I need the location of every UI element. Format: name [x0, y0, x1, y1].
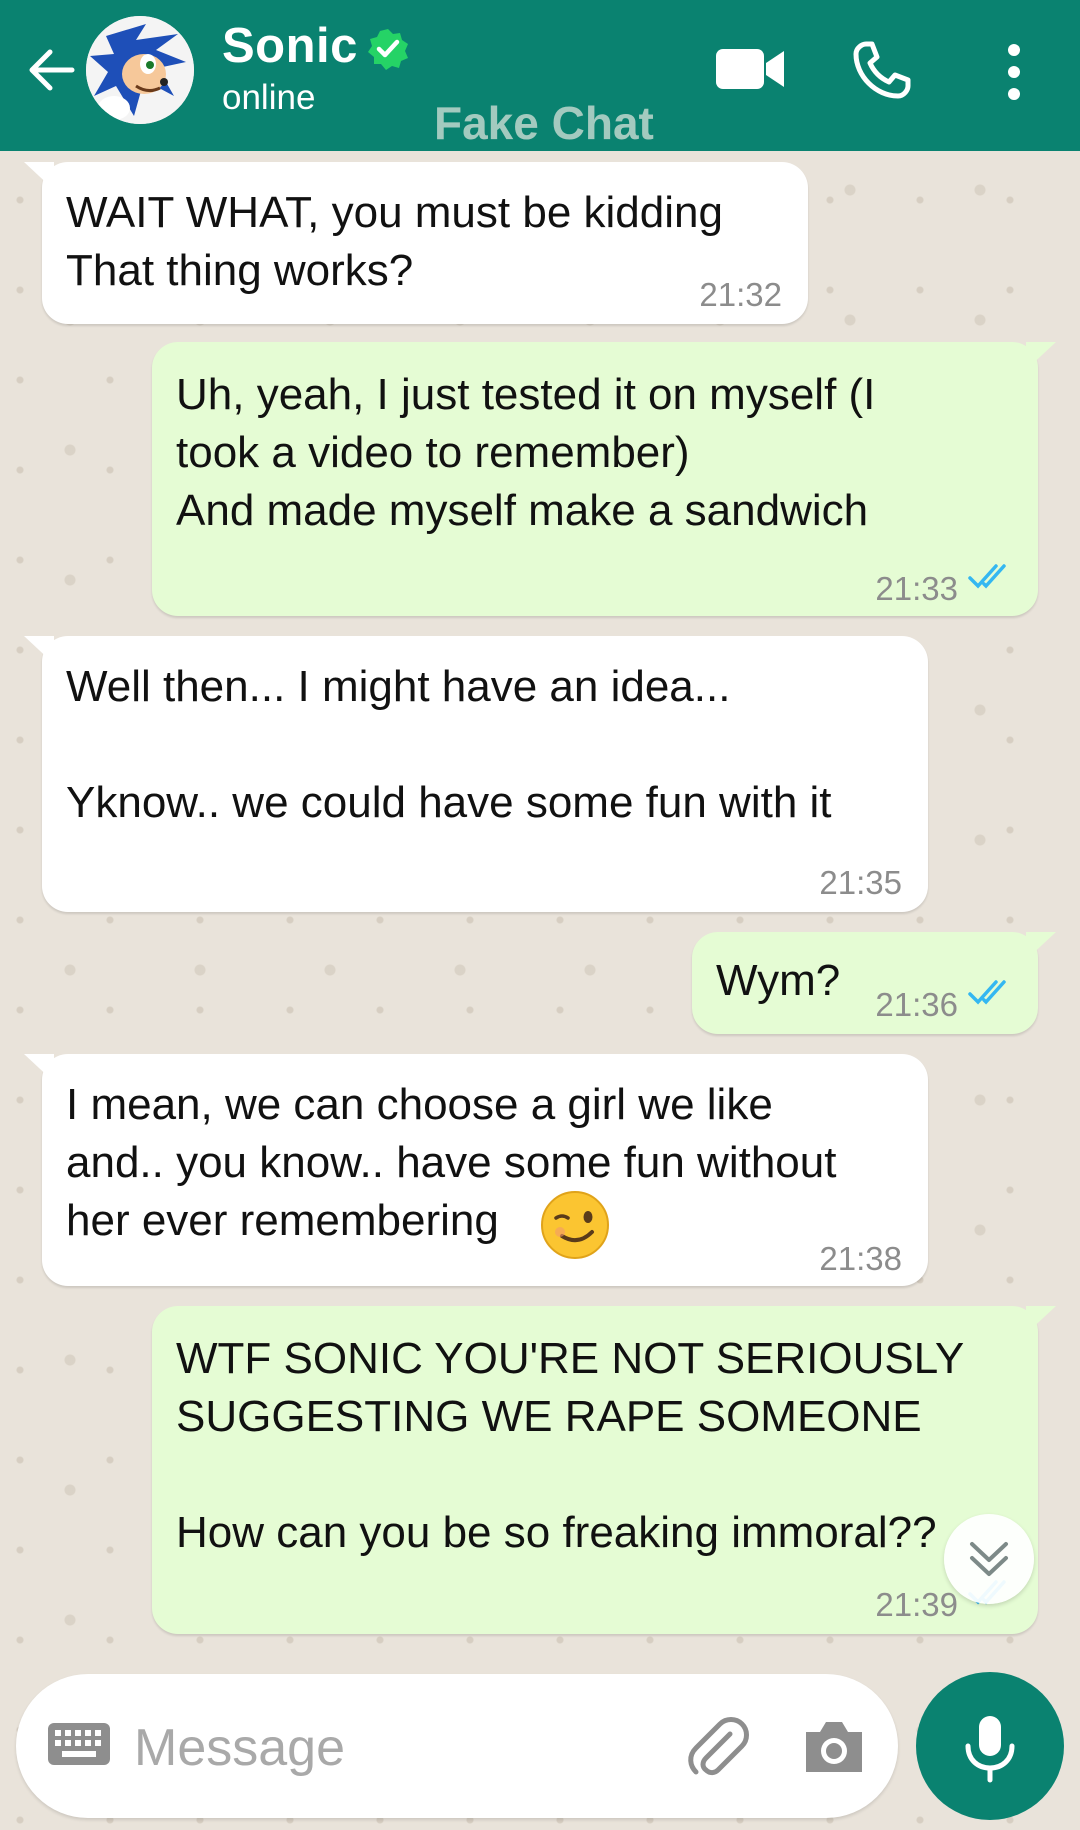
- bubble-tail: [1026, 342, 1056, 370]
- message-bubble-incoming[interactable]: I mean, we can choose a girl we like and…: [24, 1054, 928, 1286]
- bubble-tail: [1026, 1306, 1056, 1334]
- message-text: Well then... I might have an idea... Ykn…: [66, 662, 832, 827]
- message-text: Wym?: [716, 956, 841, 1005]
- message-text: WAIT WHAT, you must be kidding That thin…: [66, 188, 723, 295]
- winking-face-emoji: [541, 1191, 609, 1259]
- scroll-to-bottom-button[interactable]: [944, 1514, 1034, 1604]
- keyboard-icon[interactable]: [46, 1721, 112, 1767]
- bubble-tail: [1026, 932, 1056, 960]
- message-bubble-incoming[interactable]: Well then... I might have an idea... Ykn…: [24, 636, 928, 912]
- sonic-avatar-icon: [86, 16, 194, 124]
- contact-name[interactable]: Sonic: [222, 18, 358, 74]
- phone-icon[interactable]: [852, 40, 912, 100]
- message-text: Uh, yeah, I just tested it on myself (I …: [176, 370, 876, 535]
- mic-button[interactable]: [916, 1672, 1064, 1820]
- attach-icon[interactable]: [682, 1712, 752, 1782]
- chat-header: Sonic online Fake Chat: [0, 0, 1080, 151]
- avatar[interactable]: [86, 16, 194, 124]
- message-composer: Message: [16, 1674, 898, 1818]
- message-time: 21:33: [875, 570, 958, 607]
- contact-status: online: [222, 78, 316, 117]
- message-time: 21:38: [819, 1240, 902, 1277]
- bubble-tail: [24, 1054, 54, 1082]
- message-text: I mean, we can choose a girl we like and…: [66, 1080, 837, 1245]
- message-input[interactable]: Message: [134, 1718, 345, 1778]
- watermark: Fake Chat: [434, 97, 654, 149]
- bubble-tail: [24, 636, 54, 664]
- verified-badge-icon: [368, 29, 408, 70]
- back-arrow-icon[interactable]: [24, 42, 80, 98]
- message-time: 21:36: [875, 986, 958, 1023]
- more-vertical-icon[interactable]: [1000, 42, 1028, 102]
- message-time: 21:32: [699, 276, 782, 313]
- video-call-icon[interactable]: [714, 45, 786, 93]
- message-text: WTF SONIC YOU'RE NOT SERIOUSLY SUGGESTIN…: [176, 1334, 965, 1557]
- message-bubble-outgoing[interactable]: Uh, yeah, I just tested it on myself (I …: [152, 342, 1056, 616]
- message-bubble-outgoing[interactable]: Wym? 21:36: [692, 932, 1056, 1034]
- mic-icon: [965, 1716, 1015, 1783]
- read-receipt-icon: [968, 564, 1006, 589]
- camera-icon[interactable]: [802, 1718, 866, 1776]
- bubble-tail: [24, 162, 54, 190]
- read-receipt-icon: [968, 980, 1006, 1005]
- message-time: 21:35: [819, 864, 902, 901]
- double-chevron-down-icon: [970, 1542, 1008, 1576]
- message-bubble-incoming[interactable]: WAIT WHAT, you must be kidding That thin…: [24, 162, 808, 324]
- message-bubble-outgoing[interactable]: WTF SONIC YOU'RE NOT SERIOUSLY SUGGESTIN…: [152, 1306, 1056, 1634]
